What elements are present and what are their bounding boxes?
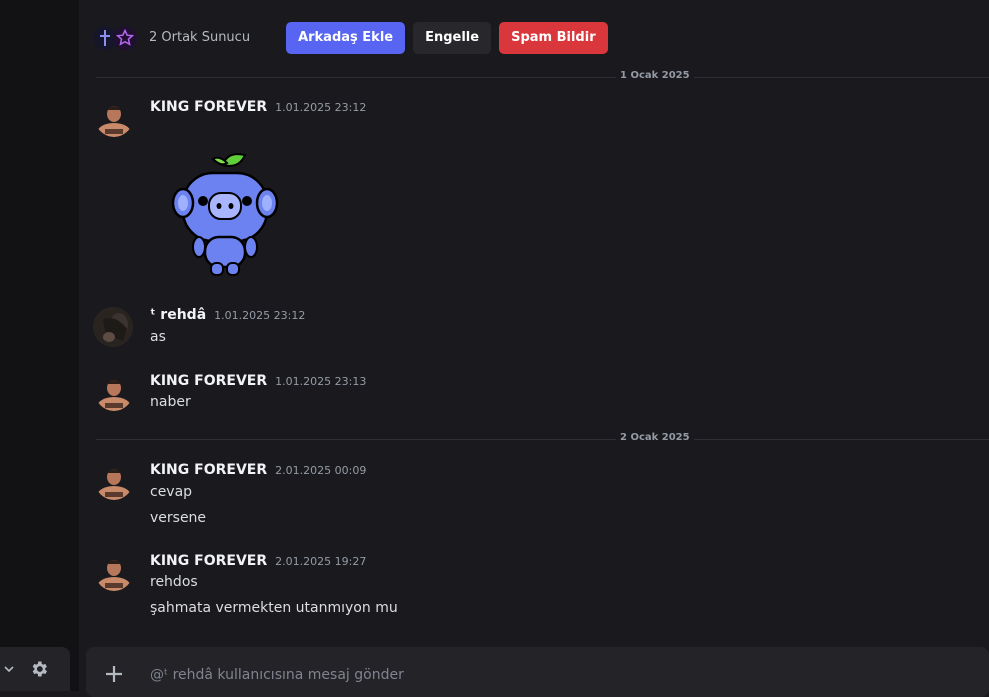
plus-icon[interactable] <box>104 664 124 684</box>
timestamp[interactable]: 2.01.2025 00:09 <box>275 464 366 477</box>
username[interactable]: ᵗ rehdâ <box>150 307 206 323</box>
message-group: KING FOREVER 2.01.2025 00:09 cevap verse… <box>95 462 975 532</box>
report-spam-button[interactable]: Spam Bildir <box>499 21 608 54</box>
block-button[interactable]: Engelle <box>413 21 492 54</box>
add-friend-button[interactable]: Arkadaş Ekle <box>286 21 406 54</box>
avatar[interactable] <box>95 553 133 591</box>
wumpus-sticker[interactable] <box>165 145 295 285</box>
message-text: şahmata vermekten utanmıyon mu <box>150 600 398 616</box>
message-composer[interactable]: @ᵗ rehdâ kullanıcısına mesaj gönder <box>86 647 989 697</box>
avatar[interactable] <box>95 462 133 500</box>
star-server-icon[interactable] <box>113 25 137 50</box>
message-header: KING FOREVER 1.01.2025 23:13 <box>150 373 366 389</box>
username[interactable]: KING FOREVER <box>150 462 267 478</box>
message-group: ᵗ rehdâ 1.01.2025 23:12 as <box>93 307 975 352</box>
message-header: KING FOREVER 2.01.2025 19:27 <box>150 553 366 569</box>
date-label: 2 Ocak 2025 <box>616 432 694 443</box>
avatar[interactable] <box>95 99 133 137</box>
gear-icon[interactable] <box>28 658 50 680</box>
message-input[interactable]: @ᵗ rehdâ kullanıcısına mesaj gönder <box>150 667 404 683</box>
message-text: as <box>150 329 166 345</box>
profile-actions-bar: 2 Ortak Sunucu Arkadaş Ekle Engelle Spam… <box>93 21 616 54</box>
message-header: ᵗ rehdâ 1.01.2025 23:12 <box>150 307 305 323</box>
mutual-servers-label[interactable]: 2 Ortak Sunucu <box>149 30 250 45</box>
message-text: rehdos <box>150 574 198 590</box>
message-text: naber <box>150 394 191 410</box>
message-group: KING FOREVER 2.01.2025 19:27 rehdos şahm… <box>95 553 975 623</box>
timestamp[interactable]: 1.01.2025 23:12 <box>214 309 305 322</box>
message-header: KING FOREVER 2.01.2025 00:09 <box>150 462 366 478</box>
avatar[interactable] <box>95 373 133 411</box>
message-text: versene <box>150 510 207 526</box>
message-text: cevap <box>150 484 193 500</box>
username[interactable]: KING FOREVER <box>150 99 267 115</box>
timestamp[interactable]: 1.01.2025 23:13 <box>275 375 366 388</box>
date-label: 1 Ocak 2025 <box>616 70 694 81</box>
message-group: KING FOREVER 1.01.2025 23:13 naber <box>95 373 975 418</box>
timestamp[interactable]: 1.01.2025 23:12 <box>275 101 366 114</box>
date-divider: 2 Ocak 2025 <box>96 432 989 443</box>
user-panel <box>0 647 70 691</box>
date-divider: 1 Ocak 2025 <box>96 70 989 81</box>
username[interactable]: KING FOREVER <box>150 553 267 569</box>
message-group: KING FOREVER 1.01.2025 23:12 <box>95 99 975 289</box>
message-header: KING FOREVER 1.01.2025 23:12 <box>150 99 366 115</box>
timestamp[interactable]: 2.01.2025 19:27 <box>275 555 366 568</box>
chevron-down-icon[interactable] <box>2 662 16 676</box>
mutual-server-icons[interactable] <box>93 25 137 50</box>
avatar[interactable] <box>93 307 133 347</box>
username[interactable]: KING FOREVER <box>150 373 267 389</box>
server-rail <box>0 0 79 691</box>
dm-chat-area: 2 Ortak Sunucu Arkadaş Ekle Engelle Spam… <box>79 0 989 697</box>
